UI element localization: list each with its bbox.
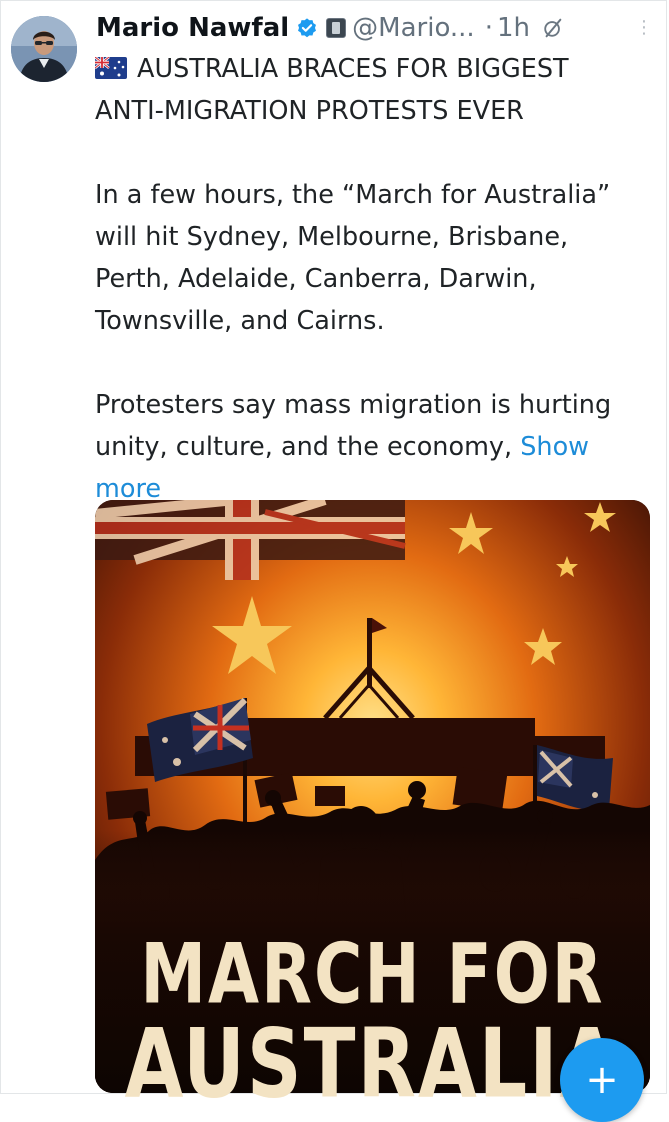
verified-badge-icon	[298, 18, 317, 38]
compose-button[interactable]: +	[560, 1038, 644, 1122]
affiliate-badge-icon	[326, 18, 347, 38]
tweet-headline: AUSTRALIA BRACES FOR BIGGEST ANTI-MIGRAT…	[95, 48, 660, 132]
author-name[interactable]: Mario Nawfal	[96, 8, 289, 48]
tweet-timestamp[interactable]: 1h	[497, 8, 530, 48]
author-handle[interactable]: @Mario...	[352, 8, 475, 48]
paragraph-2-line: unity, culture, and the economy,	[95, 432, 513, 462]
more-options-icon[interactable]: ⋮	[632, 8, 656, 48]
paragraph-1-line: will hit Sydney, Melbourne, Brisbane,	[95, 222, 569, 252]
show-more-link[interactable]: Show	[520, 432, 589, 462]
grok-icon[interactable]	[542, 17, 564, 39]
australia-flag-emoji	[95, 57, 127, 79]
paragraph-1-line: Perth, Adelaide, Canberra, Darwin,	[95, 264, 537, 294]
poster-title-line-1: MARCH FOR	[140, 926, 605, 1023]
tweet-header: Mario Nawfal @Mario... · 1h ⋮	[96, 8, 656, 48]
paragraph-1-line: Townsville, and Cairns.	[95, 306, 385, 336]
paragraph-1-line: In a few hours, the “March for Australia…	[95, 180, 611, 210]
author-avatar[interactable]	[11, 16, 77, 82]
paragraph-2-line: Protesters say mass migration is hurting	[95, 390, 612, 420]
header-separator: ·	[484, 13, 493, 43]
tweet-paragraph-1: In a few hours, the “March for Australia…	[95, 174, 660, 342]
headline-line-2: ANTI-MIGRATION PROTESTS EVER	[95, 96, 524, 126]
tweet-paragraph-2: Protesters say mass migration is hurting…	[95, 384, 660, 510]
headline-line-1: AUSTRALIA BRACES FOR BIGGEST	[137, 54, 569, 84]
tweet-body: AUSTRALIA BRACES FOR BIGGEST ANTI-MIGRAT…	[95, 48, 660, 510]
